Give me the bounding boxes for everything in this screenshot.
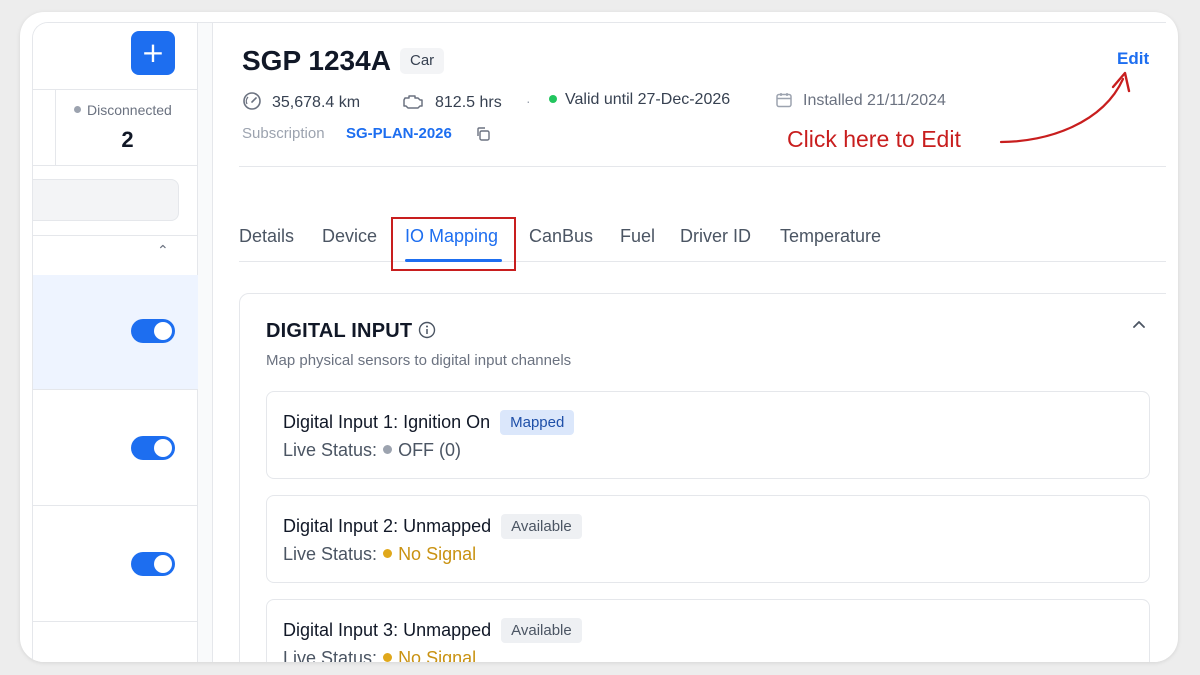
status-dot-icon	[74, 106, 81, 113]
digital-input-card: DIGITAL INPUT Map physical sensors to di…	[239, 293, 1166, 662]
vehicle-type-badge: Car	[400, 48, 445, 74]
tab-driver-id[interactable]: Driver ID	[680, 226, 751, 247]
digital-input-row[interactable]: Digital Input 1: Ignition On Mapped Live …	[266, 391, 1150, 479]
vehicle-toggle[interactable]	[131, 319, 175, 343]
detail-tabs: Details Device IO Mapping CanBus Fuel Dr…	[239, 216, 1166, 262]
annotation-highlight-box	[391, 217, 516, 271]
valid-status-icon	[549, 95, 557, 103]
vehicle-list-sidebar: + Disconnected 2 ⌃	[33, 23, 198, 662]
input-title-wrap: Digital Input 1: Ignition On Mapped	[283, 410, 575, 435]
vehicle-plate-title: SGP 1234A	[242, 45, 391, 76]
tab-device[interactable]: Device	[322, 226, 377, 247]
status-dot-icon	[383, 445, 393, 454]
live-status: Live Status: No Signal	[283, 544, 476, 565]
live-status-label: Live Status:	[283, 440, 378, 460]
tab-canbus[interactable]: CanBus	[529, 226, 593, 247]
divider	[33, 235, 198, 236]
disconnected-label: Disconnected	[87, 102, 172, 118]
status-dot-icon	[383, 549, 393, 558]
digital-input-row[interactable]: Digital Input 3: Unmapped Available Live …	[266, 599, 1150, 662]
digital-input-row[interactable]: Digital Input 2: Unmapped Available Live …	[266, 495, 1150, 583]
engine-hours-meta: 812.5 hrs	[401, 91, 502, 112]
engine-icon	[403, 95, 423, 109]
input-title-wrap: Digital Input 3: Unmapped Available	[283, 618, 582, 643]
vehicle-search-input[interactable]	[33, 179, 179, 221]
app-frame: + Disconnected 2 ⌃ SGP 1234A Car Edit 35…	[20, 12, 1178, 662]
calendar-icon	[776, 93, 792, 108]
live-status: Live Status: No Signal	[283, 648, 476, 662]
odometer-value: 35,678.4 km	[272, 94, 361, 111]
tab-fuel[interactable]: Fuel	[620, 226, 655, 247]
edit-annotation-text: Click here to Edit	[787, 126, 961, 152]
disconnected-label-wrap: Disconnected	[74, 102, 172, 118]
input-name: Digital Input 3: Unmapped	[283, 620, 492, 640]
installed-meta: Installed 21/11/2024	[775, 91, 946, 110]
vehicle-list-item[interactable]	[33, 275, 198, 390]
odometer-meta: 35,678.4 km	[242, 91, 360, 112]
subscription-link[interactable]: SG-PLAN-2026	[346, 125, 452, 142]
live-status-label: Live Status:	[283, 648, 378, 662]
live-status-value: No Signal	[398, 544, 477, 564]
sidebar-gutter	[198, 23, 213, 662]
status-badge: Available	[501, 618, 582, 643]
live-status-value: No Signal	[398, 648, 477, 662]
info-icon[interactable]	[418, 321, 436, 339]
input-name: Digital Input 1: Ignition On	[283, 412, 491, 432]
divider	[33, 165, 198, 166]
status-badge: Available	[501, 514, 582, 539]
app-window: + Disconnected 2 ⌃ SGP 1234A Car Edit 35…	[32, 22, 1166, 662]
status-badge: Mapped	[500, 410, 575, 435]
vehicle-detail-panel: SGP 1234A Car Edit 35,678.4 km 812.5 hrs…	[213, 23, 1166, 662]
vehicle-toggle[interactable]	[131, 436, 175, 460]
input-title-wrap: Digital Input 2: Unmapped Available	[283, 514, 582, 539]
live-status-value: OFF (0)	[398, 440, 462, 460]
section-subtitle: Map physical sensors to digital input ch…	[266, 352, 572, 369]
installed-value: Installed 21/11/2024	[803, 92, 946, 109]
section-title: DIGITAL INPUT	[266, 320, 413, 342]
chevron-up-icon[interactable]: ⌃	[157, 243, 169, 259]
validity-value: Valid until 27-Dec-2026	[565, 91, 731, 108]
add-vehicle-button[interactable]: +	[131, 31, 175, 75]
disconnected-stat[interactable]: Disconnected 2	[55, 89, 198, 165]
annotation-arrow-icon	[999, 71, 1131, 144]
header-divider	[239, 166, 1166, 167]
live-status: Live Status: OFF (0)	[283, 440, 461, 461]
separator-dot: ·	[526, 93, 531, 109]
subscription-label: Subscription	[242, 125, 325, 142]
vehicle-list-item[interactable]	[33, 390, 198, 506]
input-name: Digital Input 2: Unmapped	[283, 516, 492, 536]
gauge-icon	[243, 92, 261, 110]
collapse-chevron-icon[interactable]	[1130, 316, 1148, 334]
validity-meta: Valid until 27-Dec-2026	[549, 91, 730, 109]
tab-details[interactable]: Details	[239, 226, 294, 247]
status-dot-icon	[383, 653, 393, 662]
engine-hours-value: 812.5 hrs	[435, 94, 502, 111]
live-status-label: Live Status:	[283, 544, 378, 564]
disconnected-count: 2	[121, 127, 134, 152]
tab-temperature[interactable]: Temperature	[780, 226, 881, 247]
vehicle-toggle[interactable]	[131, 552, 175, 576]
copy-icon[interactable]	[475, 126, 491, 142]
vehicle-list-item[interactable]	[33, 506, 198, 622]
